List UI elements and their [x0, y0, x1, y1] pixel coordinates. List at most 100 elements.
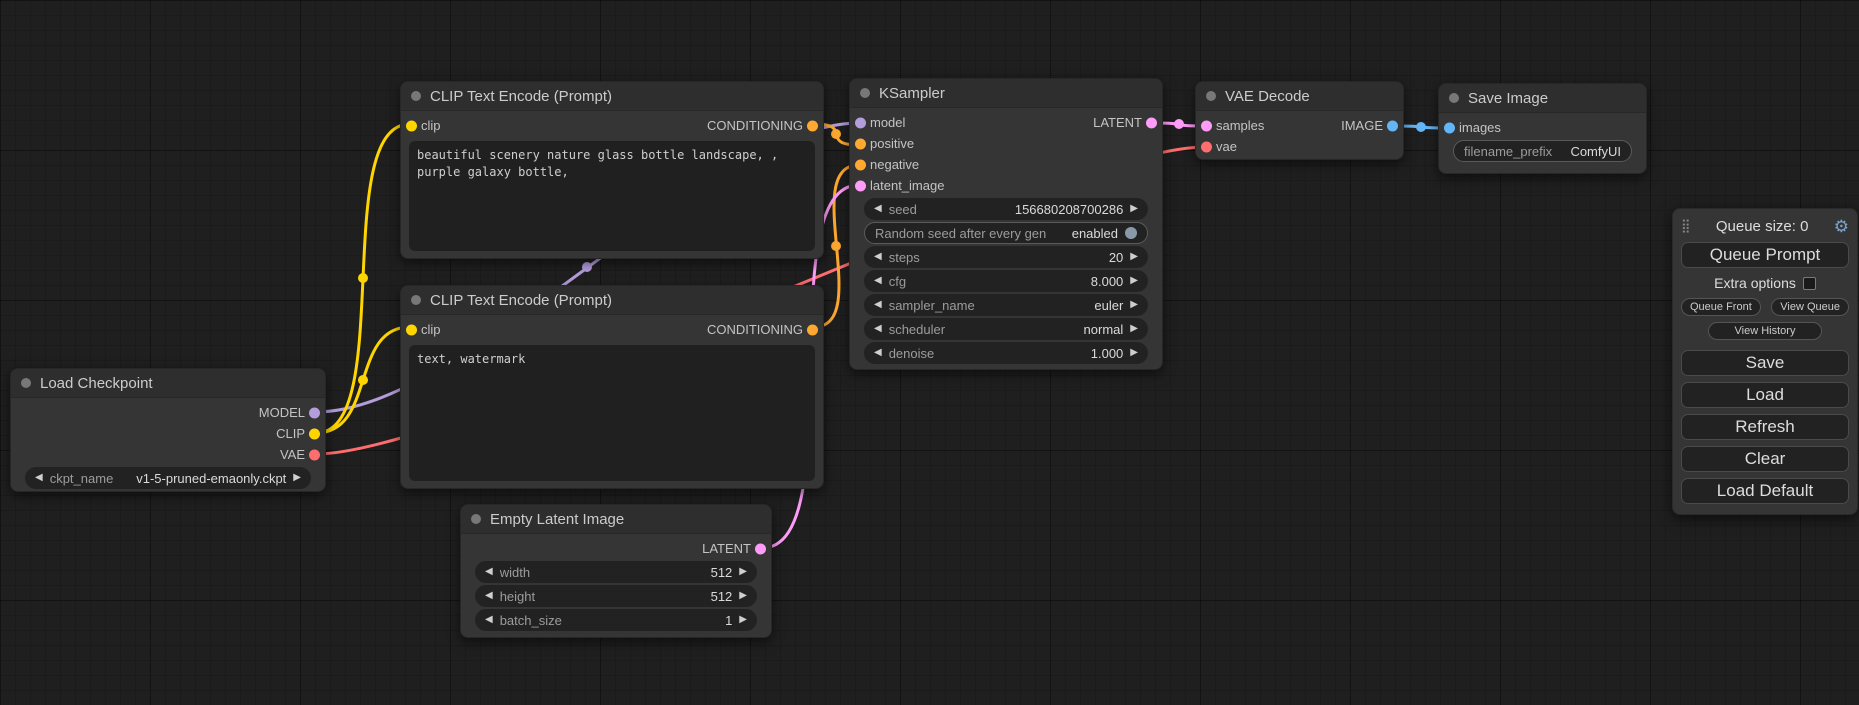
denoise-widget[interactable]: ◀ denoise 1.000 ▶ — [864, 342, 1148, 364]
decrement-arrow-icon[interactable]: ◀ — [874, 348, 882, 358]
slot-label-image: IMAGE — [1341, 118, 1383, 133]
decrement-arrow-icon[interactable]: ◀ — [485, 567, 493, 577]
view-queue-button[interactable]: View Queue — [1771, 298, 1849, 316]
save-button[interactable]: Save — [1681, 350, 1849, 376]
node-graph-canvas[interactable]: Load Checkpoint MODEL CLIP VAE ◀ ckpt_na… — [0, 0, 1859, 705]
node-header[interactable]: VAE Decode — [1196, 82, 1403, 111]
decrement-arrow-icon[interactable]: ◀ — [35, 473, 43, 483]
output-slot-model[interactable] — [309, 407, 320, 418]
collapse-dot-icon[interactable] — [471, 514, 481, 524]
queue-prompt-button[interactable]: Queue Prompt — [1681, 242, 1849, 268]
node-title: KSampler — [879, 85, 945, 102]
widget-label: cfg — [889, 274, 906, 289]
output-slot-latent[interactable] — [1146, 117, 1157, 128]
node-empty-latent-image[interactable]: Empty Latent Image LATENT ◀ width 512 ▶ … — [460, 504, 772, 638]
widget-value: euler — [1094, 298, 1123, 313]
collapse-dot-icon[interactable] — [1206, 91, 1216, 101]
ckpt-name-widget[interactable]: ◀ ckpt_name v1-5-pruned-emaonly.ckpt ▶ — [25, 467, 311, 489]
output-slot-image[interactable] — [1387, 120, 1398, 131]
decrement-arrow-icon[interactable]: ◀ — [874, 276, 882, 286]
input-slot-model[interactable] — [855, 117, 866, 128]
input-slot-clip[interactable] — [406, 120, 417, 131]
decrement-arrow-icon[interactable]: ◀ — [874, 252, 882, 262]
seed-widget[interactable]: ◀ seed 156680208700286 ▶ — [864, 198, 1148, 220]
input-slot-clip[interactable] — [406, 324, 417, 335]
node-header[interactable]: Save Image — [1439, 84, 1646, 113]
widget-value: ComfyUI — [1570, 144, 1621, 159]
node-title: VAE Decode — [1225, 88, 1310, 105]
node-save-image[interactable]: Save Image images filename_prefix ComfyU… — [1438, 83, 1647, 174]
increment-arrow-icon[interactable]: ▶ — [1130, 276, 1138, 286]
random-seed-toggle-widget[interactable]: Random seed after every gen enabled — [864, 222, 1148, 244]
node-header[interactable]: KSampler — [850, 79, 1162, 108]
toggle-on-icon[interactable] — [1125, 227, 1137, 239]
increment-arrow-icon[interactable]: ▶ — [1130, 204, 1138, 214]
collapse-dot-icon[interactable] — [21, 378, 31, 388]
node-header[interactable]: Load Checkpoint — [11, 369, 325, 398]
clear-button[interactable]: Clear — [1681, 446, 1849, 472]
increment-arrow-icon[interactable]: ▶ — [293, 473, 301, 483]
slot-label-clip: CLIP — [276, 426, 305, 441]
decrement-arrow-icon[interactable]: ◀ — [485, 591, 493, 601]
node-load-checkpoint[interactable]: Load Checkpoint MODEL CLIP VAE ◀ ckpt_na… — [10, 368, 326, 492]
output-slot-vae[interactable] — [309, 449, 320, 460]
filename-prefix-widget[interactable]: filename_prefix ComfyUI — [1453, 140, 1632, 162]
increment-arrow-icon[interactable]: ▶ — [739, 615, 747, 625]
node-header[interactable]: CLIP Text Encode (Prompt) — [401, 286, 823, 315]
collapse-dot-icon[interactable] — [411, 91, 421, 101]
output-slot-latent[interactable] — [755, 543, 766, 554]
collapse-dot-icon[interactable] — [411, 295, 421, 305]
increment-arrow-icon[interactable]: ▶ — [1130, 300, 1138, 310]
node-header[interactable]: Empty Latent Image — [461, 505, 771, 534]
node-vae-decode[interactable]: VAE Decode samples IMAGE vae — [1195, 81, 1404, 160]
queue-controls-row: Queue Front View Queue — [1681, 298, 1849, 316]
output-slot-clip[interactable] — [309, 428, 320, 439]
node-header[interactable]: CLIP Text Encode (Prompt) — [401, 82, 823, 111]
slot-row: positive — [850, 133, 1162, 154]
decrement-arrow-icon[interactable]: ◀ — [485, 615, 493, 625]
refresh-button[interactable]: Refresh — [1681, 414, 1849, 440]
decrement-arrow-icon[interactable]: ◀ — [874, 324, 882, 334]
queue-panel: ⣿ Queue size: 0 ⚙ Queue Prompt Extra opt… — [1672, 208, 1858, 515]
increment-arrow-icon[interactable]: ▶ — [739, 591, 747, 601]
increment-arrow-icon[interactable]: ▶ — [739, 567, 747, 577]
scheduler-widget[interactable]: ◀ scheduler normal ▶ — [864, 318, 1148, 340]
node-clip-text-encode-negative[interactable]: CLIP Text Encode (Prompt) clip CONDITION… — [400, 285, 824, 489]
sampler-name-widget[interactable]: ◀ sampler_name euler ▶ — [864, 294, 1148, 316]
node-ksampler[interactable]: KSampler model LATENT positive negative … — [849, 78, 1163, 370]
settings-gear-icon[interactable]: ⚙ — [1834, 218, 1849, 235]
cfg-widget[interactable]: ◀ cfg 8.000 ▶ — [864, 270, 1148, 292]
load-default-button[interactable]: Load Default — [1681, 478, 1849, 504]
collapse-dot-icon[interactable] — [1449, 93, 1459, 103]
extra-options-checkbox[interactable] — [1803, 277, 1816, 290]
output-slot-conditioning[interactable] — [807, 120, 818, 131]
view-history-button[interactable]: View History — [1708, 322, 1822, 340]
positive-prompt-textarea[interactable]: beautiful scenery nature glass bottle la… — [409, 141, 815, 251]
steps-widget[interactable]: ◀ steps 20 ▶ — [864, 246, 1148, 268]
decrement-arrow-icon[interactable]: ◀ — [874, 300, 882, 310]
drag-handle-icon[interactable]: ⣿ — [1681, 218, 1691, 234]
height-widget[interactable]: ◀ height 512 ▶ — [475, 585, 757, 607]
link-midpoint-dot — [831, 129, 841, 139]
queue-front-button[interactable]: Queue Front — [1681, 298, 1761, 316]
node-clip-text-encode-positive[interactable]: CLIP Text Encode (Prompt) clip CONDITION… — [400, 81, 824, 259]
input-slot-images[interactable] — [1444, 122, 1455, 133]
decrement-arrow-icon[interactable]: ◀ — [874, 204, 882, 214]
collapse-dot-icon[interactable] — [860, 88, 870, 98]
input-slot-vae[interactable] — [1201, 141, 1212, 152]
increment-arrow-icon[interactable]: ▶ — [1130, 324, 1138, 334]
input-slot-negative[interactable] — [855, 159, 866, 170]
slot-row: negative — [850, 154, 1162, 175]
input-slot-samples[interactable] — [1201, 120, 1212, 131]
output-slot-conditioning[interactable] — [807, 324, 818, 335]
increment-arrow-icon[interactable]: ▶ — [1130, 252, 1138, 262]
increment-arrow-icon[interactable]: ▶ — [1130, 348, 1138, 358]
slot-row: LATENT — [461, 538, 771, 559]
widget-value: 156680208700286 — [1015, 202, 1123, 217]
negative-prompt-textarea[interactable]: text, watermark — [409, 345, 815, 481]
width-widget[interactable]: ◀ width 512 ▶ — [475, 561, 757, 583]
input-slot-latent-image[interactable] — [855, 180, 866, 191]
batch-size-widget[interactable]: ◀ batch_size 1 ▶ — [475, 609, 757, 631]
input-slot-positive[interactable] — [855, 138, 866, 149]
load-button[interactable]: Load — [1681, 382, 1849, 408]
